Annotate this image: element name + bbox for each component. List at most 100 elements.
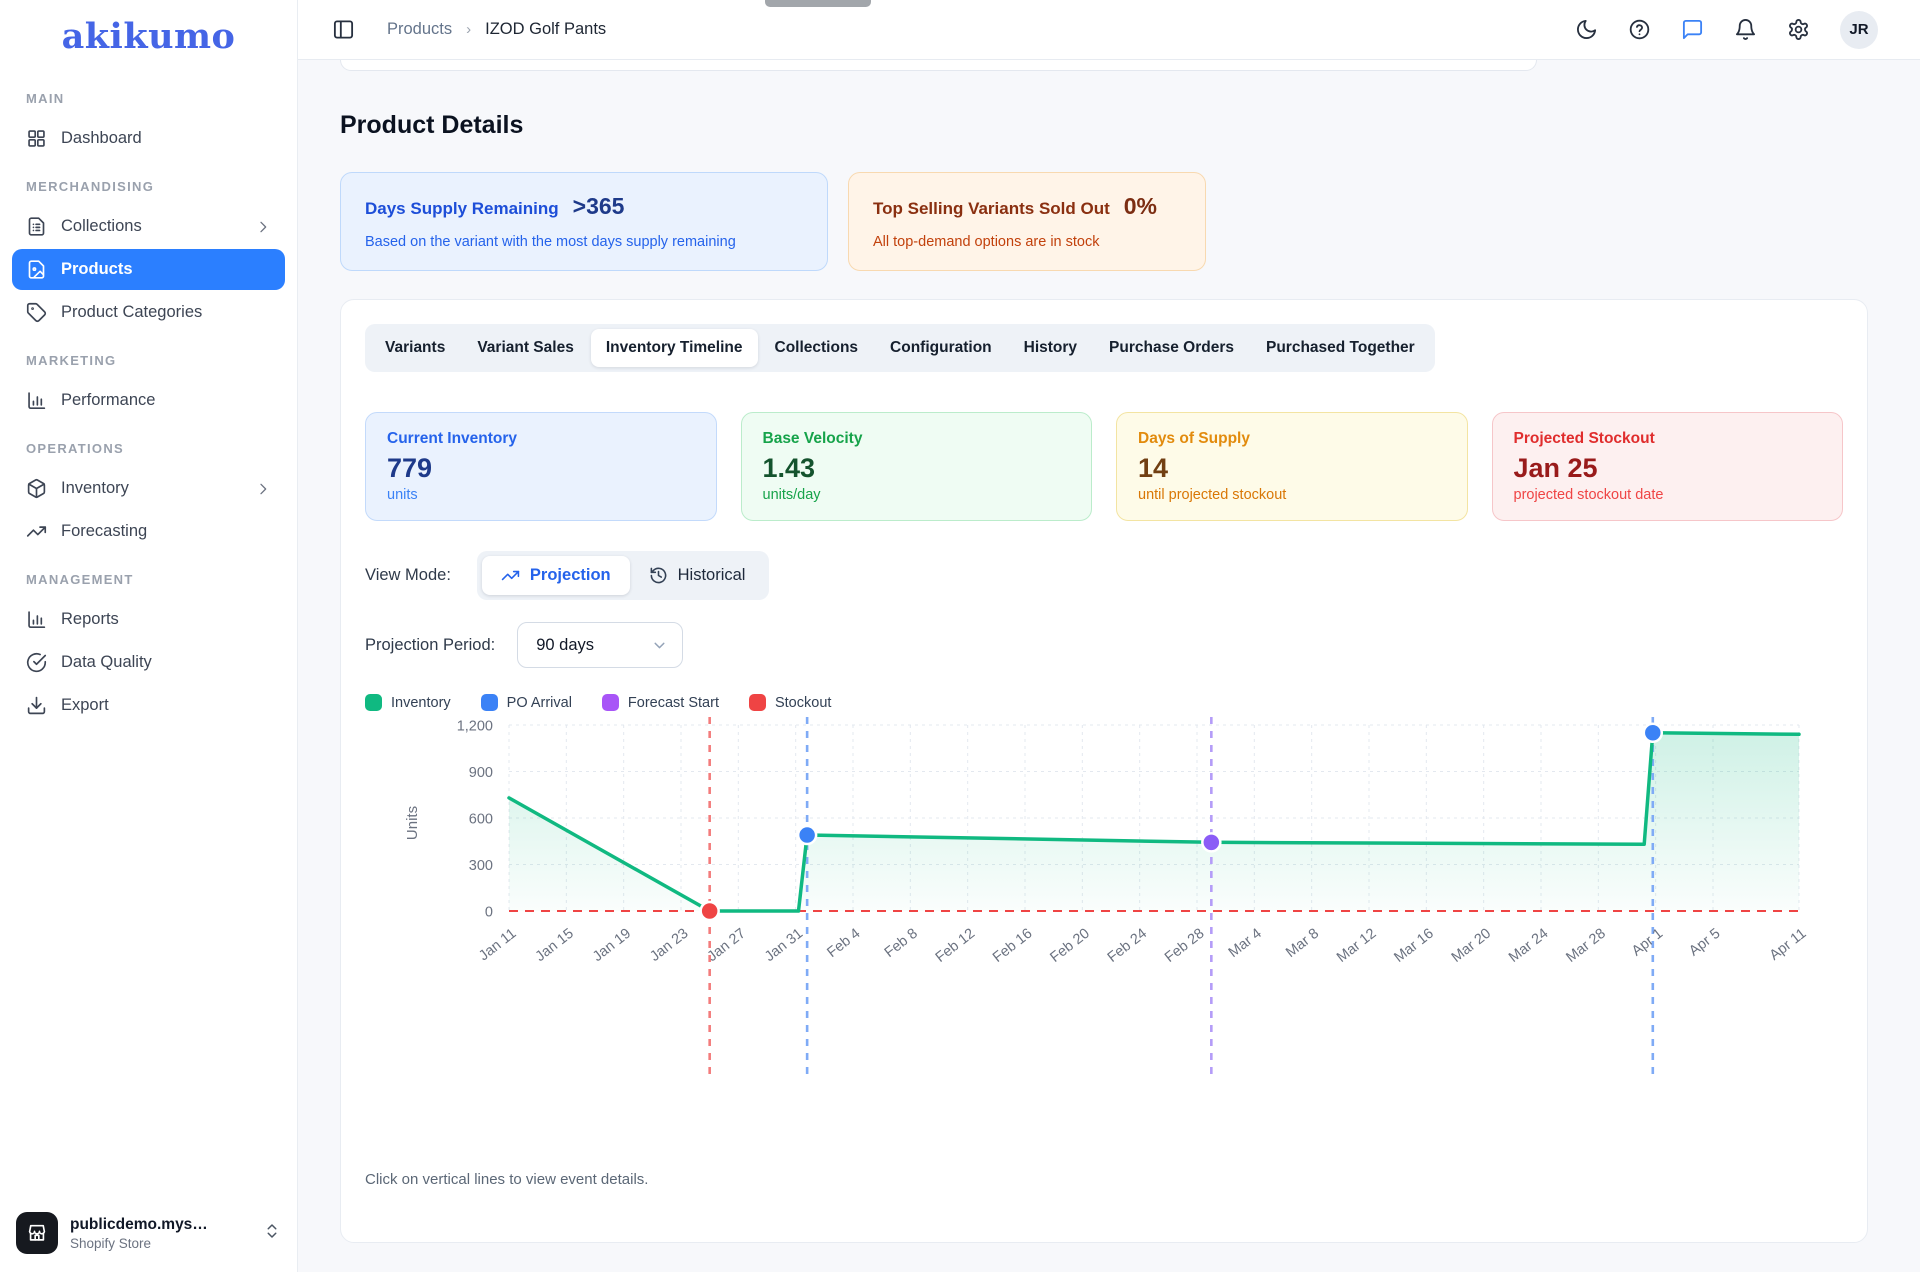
card-note: Based on the variant with the most days … xyxy=(365,234,803,250)
sidebar-item-reports[interactable]: Reports xyxy=(12,599,285,640)
help-button[interactable] xyxy=(1628,18,1651,41)
svg-text:Apr 11: Apr 11 xyxy=(1767,926,1810,964)
svg-text:Feb 28: Feb 28 xyxy=(1162,926,1207,966)
sidebar-toggle-button[interactable] xyxy=(332,18,355,41)
page-title: Product Details xyxy=(340,111,1868,140)
legend-swatch xyxy=(365,694,382,711)
metric-value: Jan 25 xyxy=(1514,453,1822,484)
svg-text:Jan 19: Jan 19 xyxy=(590,926,634,965)
sidebar-item-inventory[interactable]: Inventory xyxy=(12,468,285,509)
tab-collections[interactable]: Collections xyxy=(760,329,874,367)
projection-mode-button[interactable]: Projection xyxy=(482,556,630,595)
browser-notch xyxy=(765,0,871,7)
metric-unit: units/day xyxy=(763,487,1071,503)
projected-stockout-card: Projected Stockout Jan 25 projected stoc… xyxy=(1492,412,1844,521)
legend-item-forecast-start: Forecast Start xyxy=(602,694,719,711)
sidebar-nav: MAIN Dashboard MERCHANDISING Collections… xyxy=(0,67,297,1198)
chat-bubble-icon xyxy=(1681,18,1704,41)
sidebar-item-label: Export xyxy=(61,696,109,715)
svg-text:Jan 11: Jan 11 xyxy=(476,926,519,965)
download-icon xyxy=(26,695,47,716)
view-mode-toggle: Projection Historical xyxy=(477,551,770,600)
svg-text:Mar 20: Mar 20 xyxy=(1449,926,1494,966)
dark-mode-button[interactable] xyxy=(1575,18,1598,41)
legend-item-stockout: Stockout xyxy=(749,694,831,711)
topbar: Products › IZOD Golf Pants JR xyxy=(298,0,1920,60)
breadcrumb-current: IZOD Golf Pants xyxy=(485,20,606,39)
sidebar: akikumo MAIN Dashboard MERCHANDISING Col… xyxy=(0,0,298,1272)
inventory-timeline-panel: Variants Variant Sales Inventory Timelin… xyxy=(340,299,1868,1243)
sidebar-item-label: Products xyxy=(61,260,133,279)
bell-icon xyxy=(1734,18,1757,41)
base-velocity-card: Base Velocity 1.43 units/day xyxy=(741,412,1093,521)
package-icon xyxy=(26,478,47,499)
sidebar-item-performance[interactable]: Performance xyxy=(12,380,285,421)
help-circle-icon xyxy=(1628,18,1651,41)
chevrons-up-down-icon[interactable] xyxy=(263,1222,281,1245)
legend-swatch xyxy=(749,694,766,711)
sidebar-item-product-categories[interactable]: Product Categories xyxy=(12,292,285,333)
tab-purchased-together[interactable]: Purchased Together xyxy=(1251,329,1430,367)
store-switcher[interactable]: publicdemo.mys… Shopify Store xyxy=(0,1198,297,1272)
store-icon xyxy=(16,1212,58,1254)
tab-history[interactable]: History xyxy=(1009,329,1092,367)
nav-section-merchandising: MERCHANDISING xyxy=(12,161,285,204)
breadcrumb-parent[interactable]: Products xyxy=(387,20,452,39)
check-circle-icon xyxy=(26,652,47,673)
sidebar-item-label: Dashboard xyxy=(61,129,142,148)
chevron-right-icon xyxy=(255,219,271,235)
nav-section-operations: OPERATIONS xyxy=(12,423,285,466)
svg-text:Feb 20: Feb 20 xyxy=(1047,926,1092,966)
legend-swatch xyxy=(481,694,498,711)
sidebar-item-collections[interactable]: Collections xyxy=(12,206,285,247)
historical-mode-button[interactable]: Historical xyxy=(630,556,765,595)
metric-label: Current Inventory xyxy=(387,430,695,448)
tab-variant-sales[interactable]: Variant Sales xyxy=(462,329,589,367)
tab-purchase-orders[interactable]: Purchase Orders xyxy=(1094,329,1249,367)
sidebar-item-forecasting[interactable]: Forecasting xyxy=(12,511,285,552)
collections-icon xyxy=(26,216,47,237)
history-icon xyxy=(649,566,668,585)
notifications-button[interactable] xyxy=(1734,18,1757,41)
sidebar-item-label: Collections xyxy=(61,217,142,236)
settings-button[interactable] xyxy=(1787,18,1810,41)
feedback-button[interactable] xyxy=(1681,18,1704,41)
metric-label: Base Velocity xyxy=(763,430,1071,448)
projection-period-select[interactable]: 90 days xyxy=(517,622,683,668)
sidebar-item-data-quality[interactable]: Data Quality xyxy=(12,642,285,683)
card-title: Top Selling Variants Sold Out xyxy=(873,199,1110,219)
metric-value: 1.43 xyxy=(763,453,1071,484)
svg-text:Mar 28: Mar 28 xyxy=(1563,926,1608,966)
card-value: >365 xyxy=(573,193,625,220)
svg-text:Jan 23: Jan 23 xyxy=(647,926,691,965)
metric-value: 14 xyxy=(1138,453,1446,484)
nav-section-management: MANAGEMENT xyxy=(12,554,285,597)
svg-text:900: 900 xyxy=(469,765,493,781)
moon-icon xyxy=(1575,18,1598,41)
svg-text:Mar 16: Mar 16 xyxy=(1391,926,1436,966)
app-logo: akikumo xyxy=(0,0,297,67)
user-avatar[interactable]: JR xyxy=(1840,11,1878,49)
svg-text:Mar 8: Mar 8 xyxy=(1283,926,1322,961)
sidebar-item-export[interactable]: Export xyxy=(12,685,285,726)
tab-variants[interactable]: Variants xyxy=(370,329,460,367)
scrolled-card-edge xyxy=(340,60,1537,71)
inventory-chart[interactable]: 03006009001,200Jan 11Jan 15Jan 19Jan 23J… xyxy=(365,715,1825,1100)
card-note: All top-demand options are in stock xyxy=(873,234,1181,250)
top-selling-soldout-card: Top Selling Variants Sold Out 0% All top… xyxy=(848,172,1206,271)
svg-text:Apr 1: Apr 1 xyxy=(1629,926,1666,960)
svg-text:Jan 31: Jan 31 xyxy=(762,926,806,965)
svg-text:Apr 5: Apr 5 xyxy=(1686,926,1723,960)
svg-text:600: 600 xyxy=(469,812,493,828)
tab-configuration[interactable]: Configuration xyxy=(875,329,1007,367)
svg-text:0: 0 xyxy=(485,905,493,921)
tab-inventory-timeline[interactable]: Inventory Timeline xyxy=(591,329,758,367)
trending-up-icon xyxy=(26,521,47,542)
chart-footnote: Click on vertical lines to view event de… xyxy=(365,1171,1843,1188)
bar-chart-icon xyxy=(26,390,47,411)
tag-icon xyxy=(26,302,47,323)
svg-text:Units: Units xyxy=(404,806,421,840)
sidebar-item-products[interactable]: Products xyxy=(12,249,285,290)
sidebar-item-dashboard[interactable]: Dashboard xyxy=(12,118,285,159)
sidebar-item-label: Product Categories xyxy=(61,303,202,322)
